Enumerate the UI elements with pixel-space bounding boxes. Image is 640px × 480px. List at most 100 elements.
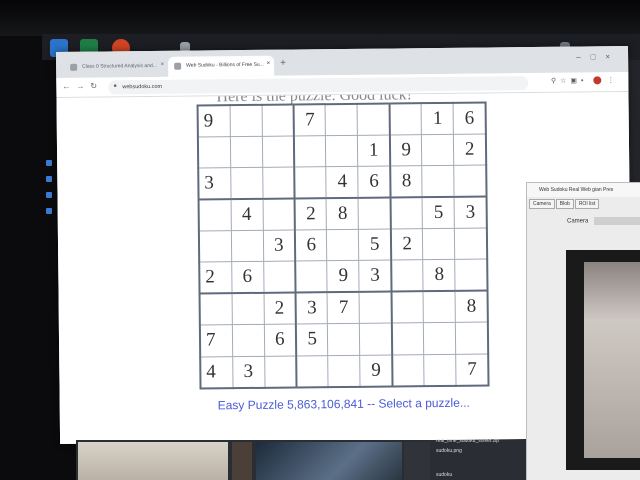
reload-icon[interactable]: ↻ (90, 82, 97, 91)
sudoku-cell[interactable] (326, 229, 360, 262)
file-name[interactable]: sudoku.png (436, 448, 462, 454)
sudoku-cell[interactable] (231, 293, 264, 325)
close-icon[interactable]: × (161, 62, 165, 68)
sudoku-row: 237 8 (199, 290, 488, 326)
sudoku-cell: 3 (232, 355, 265, 388)
sudoku-cell[interactable] (261, 135, 295, 168)
sudoku-cell[interactable] (264, 355, 297, 388)
sudoku-cell: 6 (358, 166, 391, 199)
sudoku-cell[interactable] (359, 323, 393, 355)
address-bar[interactable]: ● websudoku.com (108, 76, 529, 95)
tab-roi-list[interactable]: ROI list (574, 199, 600, 209)
thumbnail-image[interactable] (256, 442, 402, 480)
sudoku-row: 43 9 7 (200, 353, 489, 389)
sudoku-cell[interactable] (391, 322, 425, 355)
sudoku-cell[interactable] (199, 293, 232, 326)
sudoku-cell[interactable] (294, 166, 327, 199)
sudoku-cell[interactable] (391, 260, 424, 292)
sudoku-cell[interactable] (328, 354, 361, 387)
sudoku-cell: 7 (293, 104, 326, 136)
sudoku-cell[interactable] (389, 103, 422, 135)
sudoku-cell: 5 (295, 323, 329, 356)
sudoku-cell[interactable] (358, 197, 391, 230)
camera-window-title: Web Sudoku Real Web gian Pres (527, 183, 640, 197)
tab-web-sudoku[interactable]: Web Sudoku - Billions of Free Su... × (168, 55, 275, 77)
sudoku-cell: 7 (456, 353, 489, 386)
sudoku-cell[interactable] (359, 291, 392, 324)
lock-icon: ● (113, 83, 118, 90)
file-name[interactable]: sudoku (436, 472, 452, 478)
sudoku-cell[interactable] (391, 291, 424, 324)
sudoku-cell[interactable] (296, 355, 329, 388)
extension-icons[interactable]: ⚲☆▣▪ ⋮ (551, 76, 618, 85)
sudoku-cell[interactable] (424, 353, 457, 386)
window-controls[interactable]: ‒□× (576, 52, 620, 61)
sudoku-cell[interactable] (455, 259, 488, 292)
thumbnail-image[interactable] (404, 442, 430, 480)
sudoku-cell: 8 (423, 259, 456, 292)
desktop: Class 0 Structured Analysis and... × Web… (0, 0, 640, 480)
sudoku-cell: 9 (360, 354, 393, 387)
sudoku-cell[interactable] (325, 135, 359, 167)
sudoku-cell[interactable] (262, 198, 295, 231)
close-icon[interactable]: × (267, 61, 271, 67)
sudoku-cell[interactable] (231, 324, 265, 357)
sudoku-cell[interactable] (229, 104, 262, 137)
sudoku-cell[interactable] (423, 322, 457, 355)
back-icon[interactable]: ← (62, 82, 70, 91)
new-tab-icon[interactable]: + (280, 58, 286, 69)
sudoku-cell[interactable] (293, 135, 327, 168)
sudoku-cell[interactable] (327, 323, 361, 356)
favicon-icon (174, 62, 182, 70)
sudoku-cell[interactable] (261, 104, 294, 137)
tab-class-structured-analysis[interactable]: Class 0 Structured Analysis and... × (64, 57, 168, 78)
forward-icon[interactable]: → (76, 82, 84, 91)
camera-select-row: Camera (527, 209, 640, 225)
sudoku-cell[interactable] (455, 322, 489, 354)
sudoku-cell[interactable] (230, 167, 263, 200)
sudoku-cell[interactable] (454, 228, 488, 260)
sudoku-cell: 3 (262, 230, 296, 262)
sudoku-cell: 7 (327, 292, 360, 324)
select-puzzle-link[interactable]: Easy Puzzle 5,863,106,841 -- Select a pu… (218, 396, 470, 413)
sudoku-cell: 6 (231, 261, 264, 294)
sudoku-cell[interactable] (263, 261, 296, 294)
sudoku-cell[interactable] (197, 136, 231, 169)
sudoku-cell: 7 (199, 324, 233, 357)
sudoku-cell[interactable] (454, 165, 487, 198)
thumbnail-image[interactable] (232, 442, 252, 480)
camera-tabs: Camera Blob ROI list (527, 197, 640, 209)
favicon-icon (70, 63, 78, 71)
file-name[interactable]: real_time_sudoku_solver.zip (436, 438, 499, 444)
sudoku-cell[interactable] (390, 197, 423, 230)
sudoku-cell[interactable] (262, 167, 295, 200)
sudoku-cell[interactable] (357, 103, 390, 136)
sudoku-cell[interactable] (421, 134, 455, 166)
sudoku-cell: 6 (263, 324, 297, 356)
tab-label: Web Sudoku - Billions of Free Su... (186, 61, 264, 69)
tab-camera[interactable]: Camera (529, 199, 555, 209)
thumbnail-image[interactable] (78, 442, 228, 480)
sudoku-cell[interactable] (229, 136, 263, 168)
sudoku-cell[interactable] (422, 165, 455, 198)
sudoku-cell: 2 (390, 228, 424, 261)
camera-label: Camera (567, 218, 589, 225)
tab-blob[interactable]: Blob (555, 199, 574, 209)
url-text: websudoku.com (122, 83, 163, 91)
avatar[interactable] (593, 76, 602, 85)
sudoku-cell[interactable] (392, 354, 425, 387)
sudoku-cell[interactable] (198, 199, 231, 232)
sudoku-cell: 1 (421, 102, 454, 135)
sudoku-row: 26 938 (199, 259, 488, 294)
sudoku-cell[interactable] (295, 261, 328, 293)
sudoku-cell[interactable] (423, 291, 456, 323)
sudoku-cell: 6 (294, 229, 328, 262)
sudoku-cell[interactable] (325, 103, 358, 136)
sudoku-cell[interactable] (230, 230, 264, 263)
desktop-icons (44, 150, 54, 270)
camera-select[interactable] (594, 217, 640, 225)
sudoku-cell[interactable] (198, 230, 232, 263)
sudoku-cell[interactable] (422, 228, 456, 261)
sudoku-cell: 3 (359, 260, 392, 293)
sudoku-cell: 2 (294, 198, 327, 231)
